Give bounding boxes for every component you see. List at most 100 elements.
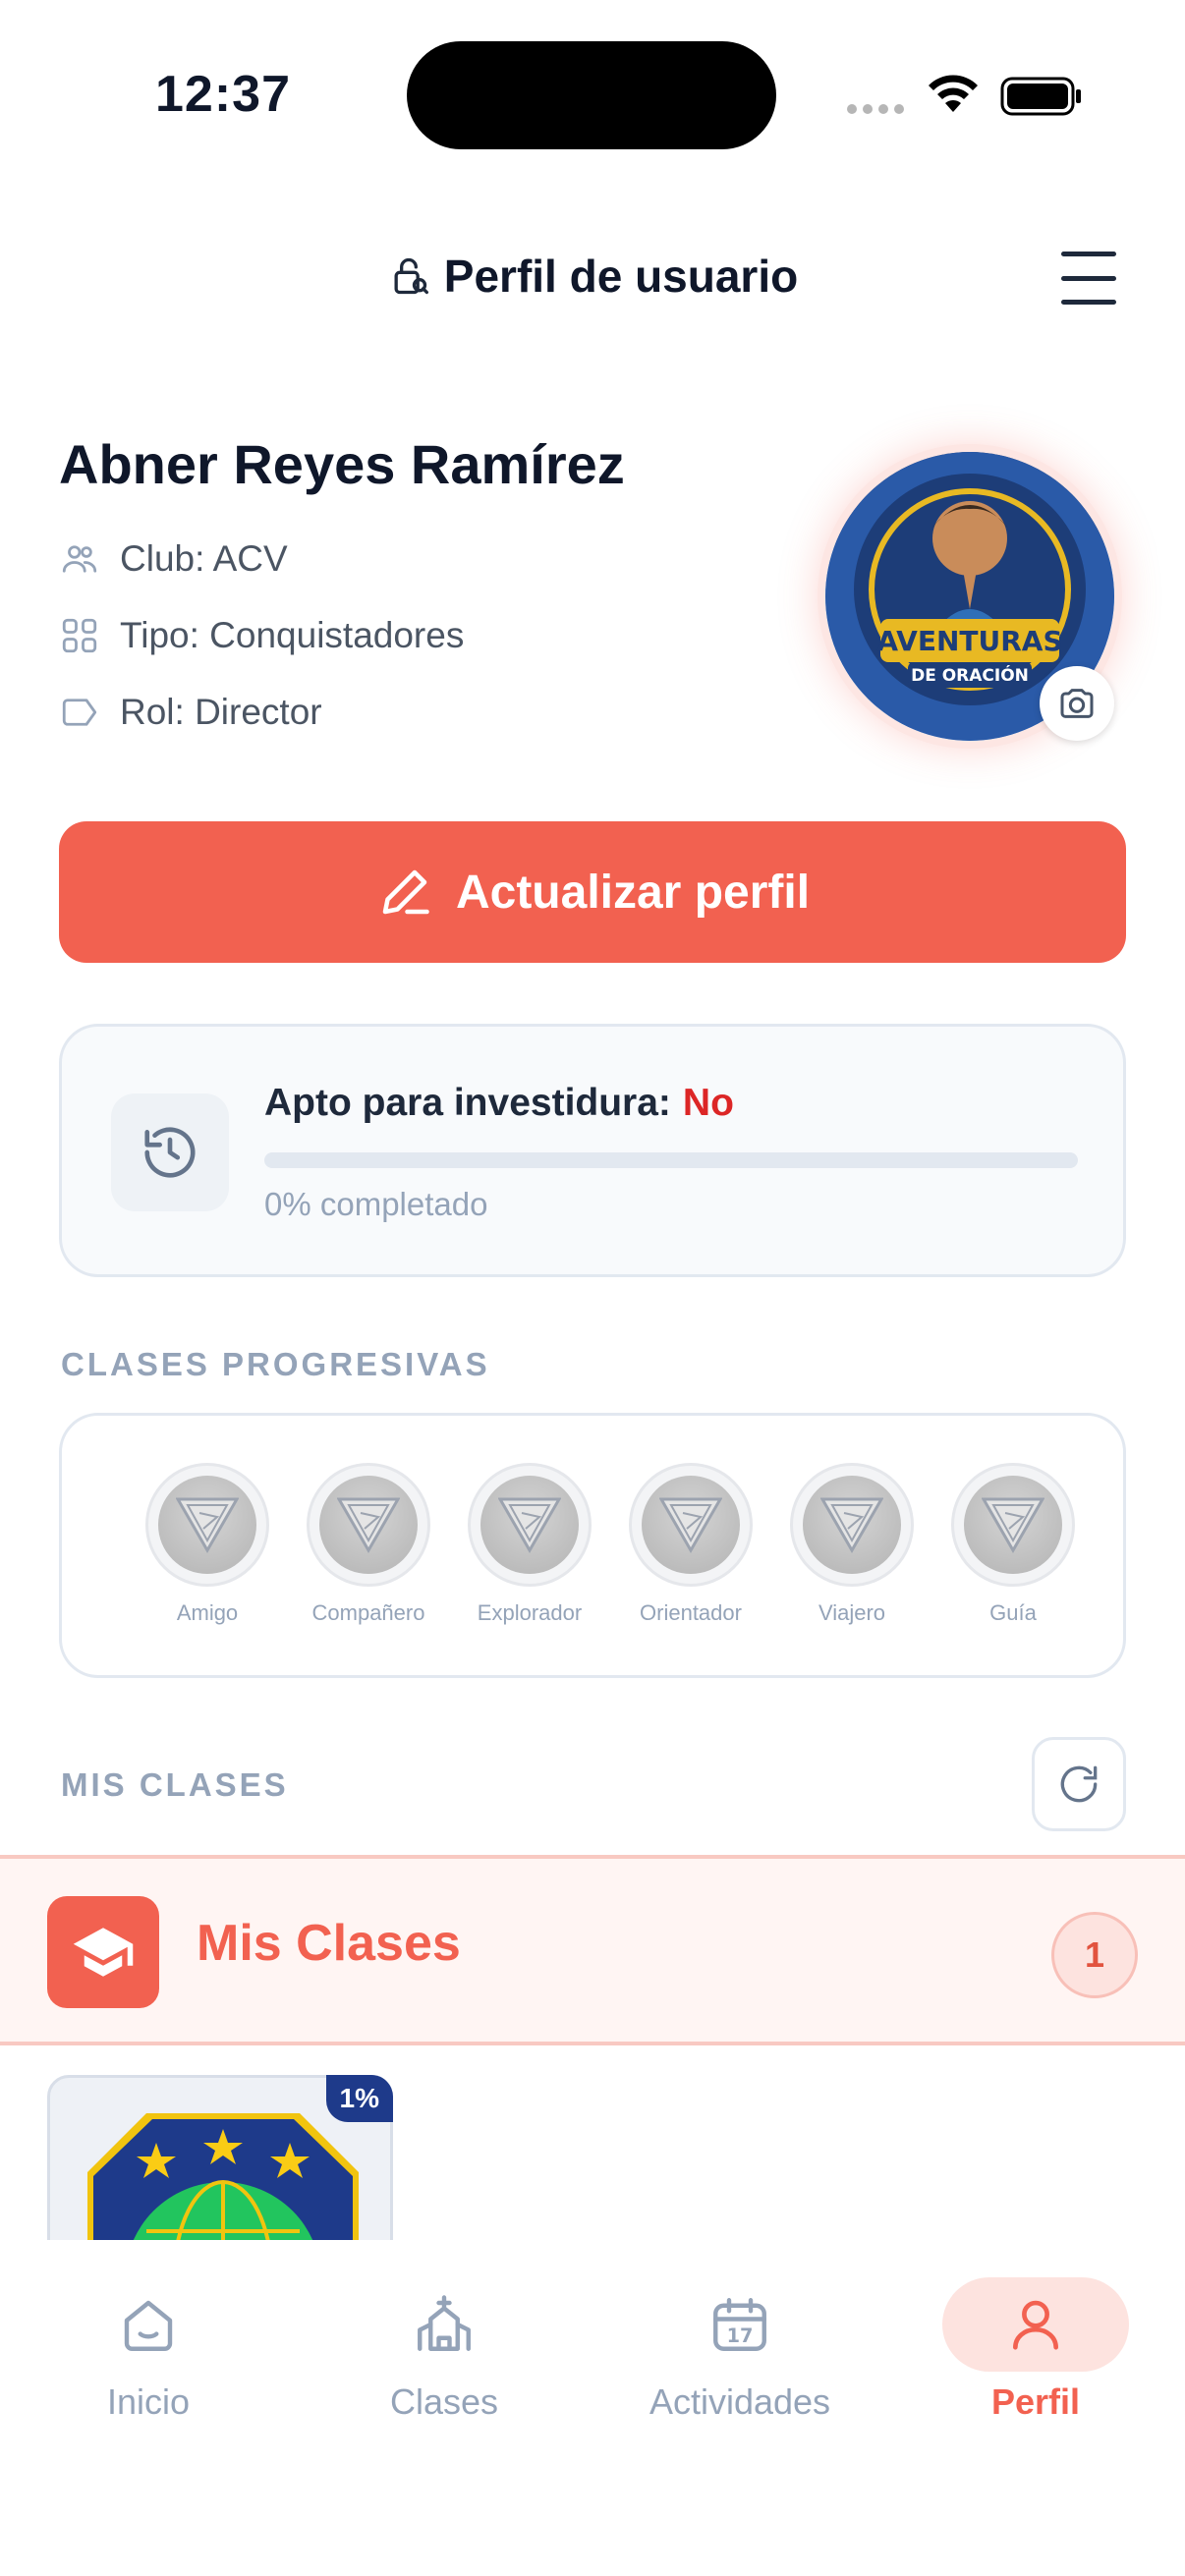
cellular-signal-icon <box>847 104 904 114</box>
progressive-class-item[interactable]: Viajero <box>771 1463 932 1626</box>
investiture-progress-text: 0% completado <box>264 1186 488 1222</box>
home-icon-wrap <box>55 2277 242 2372</box>
user-lock-icon <box>394 257 428 295</box>
user-icon-wrap <box>942 2277 1129 2372</box>
progressive-class-item[interactable]: Amigo <box>127 1463 288 1626</box>
progressive-class-item[interactable]: Explorador <box>449 1463 610 1626</box>
church-icon-wrap <box>351 2277 537 2372</box>
class-badge <box>307 1463 430 1587</box>
pathfinder-emblem-icon <box>337 1497 400 1554</box>
class-badge <box>145 1463 269 1587</box>
menu-button[interactable] <box>1061 252 1116 305</box>
type-text: Tipo: Conquistadores <box>120 615 465 655</box>
investiture-value: No <box>682 1082 734 1124</box>
class-badge <box>951 1463 1075 1587</box>
nav-label-perfil: Perfil <box>990 2381 1081 2422</box>
update-profile-label: Actualizar perfil <box>455 866 811 919</box>
bottom-navigation: Inicio Clases 17 Actividades Perfil <box>0 2240 1185 2576</box>
refresh-button[interactable] <box>1032 1737 1126 1831</box>
progressive-class-name: Explorador <box>477 1600 583 1625</box>
battery-icon <box>1000 77 1081 116</box>
nav-item-inicio[interactable]: Inicio <box>55 2277 242 2423</box>
progressive-class-name: Compañero <box>311 1600 425 1625</box>
progressive-class-name: Amigo <box>176 1600 239 1625</box>
class-card[interactable]: 1% <box>47 2075 393 2240</box>
progressive-class-name: Viajero <box>818 1600 886 1625</box>
club-text: Club: ACV <box>120 538 288 579</box>
investiture-card: Apto para investidura: No 0% completado <box>59 1024 1126 1277</box>
progressive-class-item[interactable]: Orientador <box>610 1463 771 1626</box>
pencil-icon <box>382 869 429 915</box>
role-row: Rol: Director <box>59 692 322 733</box>
calendar-icon: 17 <box>713 2298 766 2351</box>
avatar-text-2: DE ORACIÓN <box>911 664 1029 686</box>
change-photo-button[interactable] <box>1040 666 1114 741</box>
club-row: Club: ACV <box>59 538 288 580</box>
progressive-class-item[interactable]: Compañero <box>288 1463 449 1626</box>
grid-icon <box>62 618 97 653</box>
class-emblem-icon <box>87 2113 359 2240</box>
class-badge <box>468 1463 592 1587</box>
camera-icon <box>1060 689 1094 718</box>
my-classes-title: Mis Clases <box>197 1915 461 1972</box>
progressive-class-name: Orientador <box>640 1600 742 1625</box>
status-bar: 12:37 <box>0 0 1185 167</box>
class-badge-inner <box>480 1476 579 1574</box>
avatar-container: AVENTURAS DE ORACIÓN <box>818 444 1122 749</box>
my-classes-bar[interactable]: Mis Clases 1 <box>0 1855 1185 2045</box>
avatar-text-1: AVENTURAS <box>876 625 1062 657</box>
pathfinder-emblem-icon <box>820 1497 883 1554</box>
nav-label-clases: Clases <box>389 2381 499 2422</box>
nav-item-clases[interactable]: Clases <box>351 2277 537 2423</box>
status-time: 12:37 <box>155 66 291 123</box>
class-badge-inner <box>964 1476 1062 1574</box>
calendar-day: 17 <box>727 2324 754 2347</box>
role-text: Rol: Director <box>120 692 322 732</box>
class-progress-badge: 1% <box>325 2075 393 2122</box>
class-badge-inner <box>319 1476 418 1574</box>
nav-item-perfil[interactable]: Perfil <box>942 2277 1129 2423</box>
history-icon-box <box>111 1093 229 1211</box>
my-classes-heading: MIS CLASES <box>61 1766 289 1803</box>
progressive-classes-card: Amigo Compañero Explorador Orientador Viajer… <box>59 1413 1126 1678</box>
class-badge-inner <box>642 1476 740 1574</box>
wifi-icon <box>929 75 978 112</box>
tag-icon <box>62 699 97 726</box>
page-title: Perfil de usuario <box>443 251 799 302</box>
home-icon <box>124 2300 173 2351</box>
class-badge-inner <box>158 1476 256 1574</box>
menu-icon <box>1061 252 1116 256</box>
class-badge <box>629 1463 753 1587</box>
update-profile-button[interactable]: Actualizar perfil <box>59 821 1126 963</box>
header-title-group: Perfil de usuario <box>0 250 1185 303</box>
progressive-classes-heading: CLASES PROGRESIVAS <box>61 1346 490 1382</box>
class-badge <box>790 1463 914 1587</box>
users-icon <box>62 545 97 573</box>
nav-item-actividades[interactable]: 17 Actividades <box>647 2277 833 2423</box>
refresh-icon <box>1060 1765 1098 1803</box>
class-badge-inner <box>803 1476 901 1574</box>
graduation-cap-icon-box <box>47 1896 159 2008</box>
app-header: Perfil de usuario <box>0 232 1185 322</box>
pathfinder-emblem-icon <box>982 1497 1044 1554</box>
my-classes-count-badge: 1 <box>1051 1912 1138 1998</box>
church-icon <box>418 2295 471 2351</box>
user-icon <box>1013 2300 1058 2350</box>
dynamic-island <box>407 41 776 149</box>
pathfinder-emblem-icon <box>176 1497 239 1554</box>
investiture-progress-bar <box>264 1152 1078 1168</box>
nav-label-actividades: Actividades <box>649 2381 831 2422</box>
nav-label-inicio: Inicio <box>106 2381 191 2422</box>
pathfinder-emblem-icon <box>498 1497 561 1554</box>
progressive-class-item[interactable]: Guía <box>932 1463 1094 1626</box>
progressive-class-name: Guía <box>989 1600 1037 1625</box>
class-card-viewport: 1% <box>47 2075 393 2240</box>
user-name: Abner Reyes Ramírez <box>59 433 625 495</box>
investiture-label: Apto para investidura: <box>264 1082 671 1124</box>
graduation-cap-icon <box>73 1928 134 1977</box>
type-row: Tipo: Conquistadores <box>59 615 464 656</box>
pathfinder-emblem-icon <box>659 1497 722 1554</box>
calendar-icon-wrap: 17 <box>647 2277 833 2372</box>
history-icon <box>144 1127 196 1178</box>
investiture-status: Apto para investidura: No <box>264 1082 734 1125</box>
